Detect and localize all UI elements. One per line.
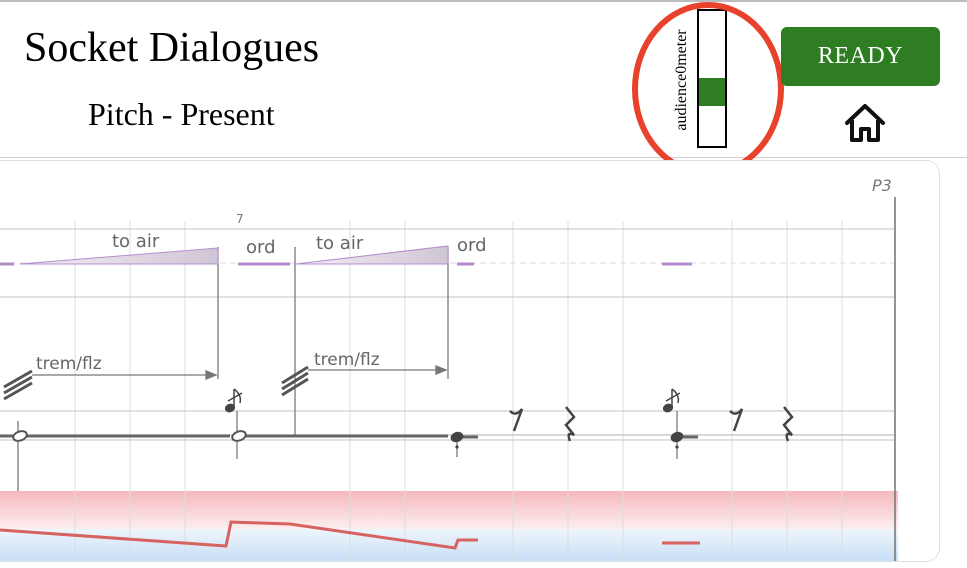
pitch-band-high bbox=[0, 491, 898, 529]
page-subtitle: Pitch - Present bbox=[88, 96, 275, 132]
air-wedges bbox=[19, 245, 449, 265]
pitch-band-low bbox=[0, 529, 898, 561]
ord-label-1: ord bbox=[246, 237, 276, 258]
rests bbox=[509, 406, 794, 442]
score-view: P3 7 to air ord to air ord trem/flz trem… bbox=[0, 160, 940, 562]
audience-meter-label: audience0meter bbox=[673, 29, 690, 131]
trem-label-2: trem/flz bbox=[314, 350, 380, 370]
audience-meter-track bbox=[697, 9, 727, 148]
app-header: Socket Dialogues Pitch - Present audienc… bbox=[0, 0, 967, 176]
bar-number: 7 bbox=[236, 212, 244, 226]
ready-button[interactable]: READY bbox=[781, 27, 940, 86]
audience-meter-fill bbox=[699, 78, 725, 106]
grace-notes bbox=[224, 388, 681, 413]
noteheads bbox=[12, 430, 684, 449]
page-label: P3 bbox=[872, 176, 892, 195]
page-title: Socket Dialogues bbox=[24, 25, 320, 71]
to-air-label-2: to air bbox=[316, 233, 364, 254]
trem-label-1: trem/flz bbox=[36, 354, 102, 374]
to-air-label-1: to air bbox=[112, 231, 160, 252]
audience-meter: audience0meter bbox=[669, 8, 733, 152]
ord-label-2: ord bbox=[457, 235, 487, 256]
home-button[interactable] bbox=[840, 100, 890, 148]
home-icon bbox=[845, 104, 885, 142]
score-canvas: P3 7 to air ord to air ord trem/flz trem… bbox=[0, 176, 898, 561]
sustain-lines bbox=[0, 434, 698, 439]
